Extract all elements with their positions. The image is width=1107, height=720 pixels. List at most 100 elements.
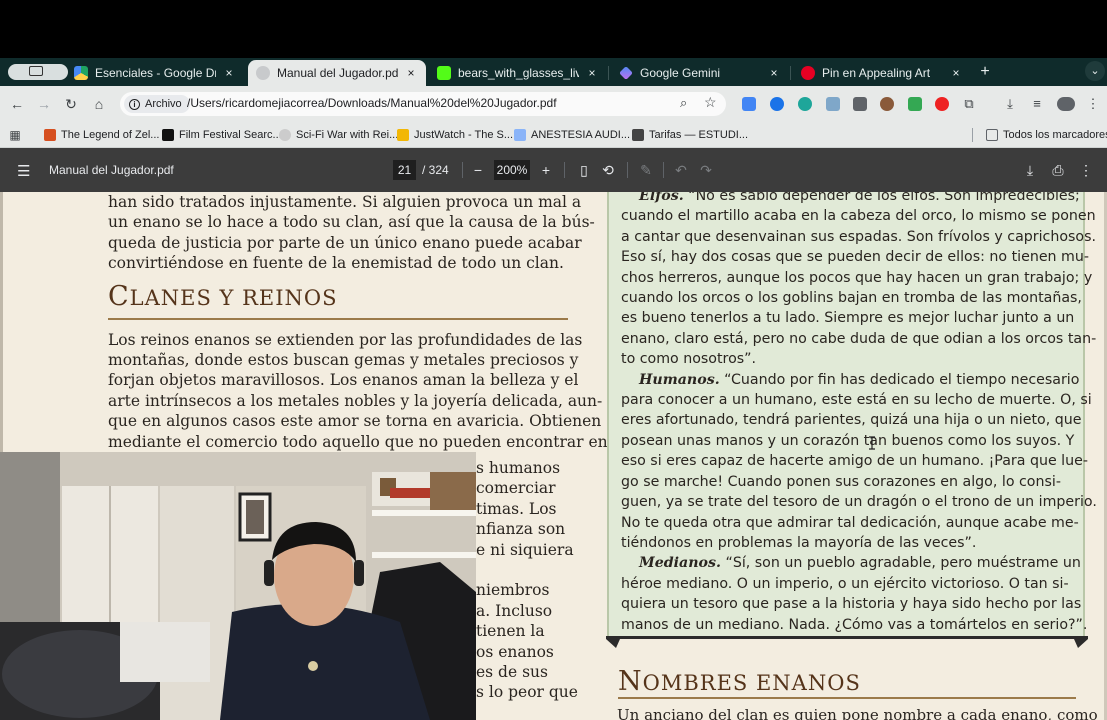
- download-icon[interactable]: ⤓: [1001, 95, 1019, 113]
- sidebar-line: Humanos. “Cuando por fin has dedicado el…: [621, 370, 1079, 390]
- profile-avatar-icon[interactable]: [1057, 97, 1075, 111]
- sidebar-line-text: es bueno tenerlos a tu lado. Siempre es …: [621, 310, 1075, 327]
- tab-manual-del-jugador[interactable]: Manual del Jugador.pdf ×: [248, 60, 426, 86]
- apps-grid-icon[interactable]: ▦: [6, 126, 24, 144]
- tarifas-icon: [632, 129, 644, 141]
- reload-icon[interactable]: ↻: [62, 95, 80, 113]
- tab-overview-button[interactable]: [8, 64, 68, 80]
- gemini-icon: [619, 66, 633, 80]
- new-tab-button[interactable]: +: [976, 64, 994, 80]
- site-info-chip[interactable]: i Archivo: [124, 95, 190, 113]
- forward-arrow-icon[interactable]: →: [35, 95, 53, 113]
- close-tab-icon[interactable]: ×: [767, 66, 781, 80]
- fit-page-icon[interactable]: ▯: [575, 161, 593, 179]
- tab-separator: [608, 66, 609, 80]
- sidebar-line-text: eso si eres capaz de hacerte amigo de un…: [621, 453, 1088, 470]
- tab-google-drive[interactable]: Esenciales - Google Drive ×: [66, 60, 244, 86]
- tab-kick-stream[interactable]: bears_with_glasses_live Stre ×: [429, 60, 607, 86]
- all-bookmarks-folder[interactable]: Todos los marcadores: [986, 126, 1107, 144]
- sidebar-line-text: cuando los orcos o los goblins bajan en …: [621, 290, 1082, 307]
- body-fragment: niembros: [476, 581, 550, 600]
- sidebar-line-text: manos de un mediano. Nada. ¿Cómo vas a t…: [621, 616, 1088, 633]
- close-tab-icon[interactable]: ×: [949, 66, 963, 80]
- bookmark-anestesia[interactable]: ANESTESIA AUDI...: [514, 126, 630, 144]
- download-icon[interactable]: ⤓: [1021, 161, 1039, 179]
- section-heading-nombres: NOMBRES ENANOS: [618, 666, 861, 697]
- redo-icon[interactable]: ↷: [697, 161, 715, 179]
- zoom-level-input[interactable]: 200%: [494, 160, 530, 180]
- bookmarks-bar: ▦ The Legend of Zel... Film Festival Sea…: [0, 122, 1107, 148]
- sidebar-line-text: eres afortunado, tendrá parientes, quizá…: [621, 412, 1082, 429]
- sci-fi-icon: [279, 129, 291, 141]
- tab-overview-icon: [29, 66, 43, 76]
- bookmarks-separator: [972, 128, 973, 142]
- tab-search-chevron-icon[interactable]: ⌄: [1085, 61, 1105, 81]
- sidebar-line-text: go se marche! Cuando ponen sus corazones…: [621, 473, 1061, 490]
- address-bar[interactable]: i Archivo /Users/ricardomejiacorrea/Down…: [120, 92, 726, 116]
- sidebar-race-label: Medianos.: [639, 555, 721, 572]
- body-fragment: a. Incluso: [476, 601, 553, 620]
- webcam-video-image: [0, 452, 476, 720]
- bookmark-film-festival[interactable]: Film Festival Searc...: [162, 126, 282, 144]
- left-column-fragments: s humanos comerciar timas. Los nfianza s…: [476, 458, 578, 703]
- sidebar-line: eres afortunado, tendrá parientes, quizá…: [621, 410, 1081, 430]
- sidebar-line: tiéndonos en problemas la mayoría de las…: [621, 533, 1077, 553]
- tab-title: Manual del Jugador.pdf: [277, 66, 398, 80]
- sidebar-line: posean unas manos y un corazón tan bueno…: [621, 431, 1077, 451]
- sidebar-race-label: Humanos.: [639, 371, 720, 388]
- heading-rest: LANES Y REINOS: [129, 285, 338, 310]
- more-options-icon[interactable]: ⋮: [1077, 161, 1095, 179]
- close-tab-icon[interactable]: ×: [222, 66, 236, 80]
- home-icon[interactable]: ⌂: [90, 95, 108, 113]
- extension-chart-icon[interactable]: [826, 97, 840, 111]
- zoom-out-button[interactable]: −: [469, 161, 487, 179]
- tab-title: Esenciales - Google Drive: [95, 66, 216, 80]
- undo-icon[interactable]: ↶: [672, 161, 690, 179]
- heading-rest: OMBRES ENANOS: [642, 671, 861, 695]
- tab-google-gemini[interactable]: Google Gemini ×: [611, 60, 789, 86]
- cookie-icon[interactable]: [880, 97, 894, 111]
- tab-pinterest[interactable]: Pin en Appealing Art ×: [793, 60, 971, 86]
- bookmark-label: Tarifas — ESTUDI...: [649, 129, 749, 141]
- window-top-area: [0, 0, 1107, 58]
- annotate-pen-icon[interactable]: ✎: [637, 161, 655, 179]
- media-control-icon[interactable]: ≡: [1028, 95, 1046, 113]
- close-tab-icon[interactable]: ×: [404, 66, 418, 80]
- pdf-toolbar: ☰ Manual del Jugador.pdf 21 / 324 − 200%…: [0, 148, 1107, 192]
- heading-initial: N: [618, 666, 643, 697]
- shield-icon[interactable]: [908, 97, 922, 111]
- google-translate-icon[interactable]: [742, 97, 756, 111]
- hamburger-menu-icon[interactable]: ☰: [17, 162, 30, 180]
- bookmark-legend-of-zelda[interactable]: The Legend of Zel...: [44, 126, 159, 144]
- back-arrow-icon[interactable]: ←: [8, 95, 26, 113]
- zoom-in-button[interactable]: +: [537, 161, 555, 179]
- bookmark-justwatch[interactable]: JustWatch - The S...: [397, 126, 513, 144]
- bookmark-tarifas[interactable]: Tarifas — ESTUDI...: [632, 126, 748, 144]
- zoom-magnifier-icon[interactable]: ⌕: [680, 95, 687, 111]
- sidebar-line: enano, claro está, pero no cabe duda de …: [621, 329, 1096, 349]
- section-heading: CLANES Y REINOS: [108, 283, 570, 314]
- google-drive-icon: [74, 66, 88, 80]
- close-tab-icon[interactable]: ×: [585, 66, 599, 80]
- url-text[interactable]: /Users/ricardomejiacorrea/Downloads/Manu…: [187, 96, 557, 110]
- rotate-icon[interactable]: ⟲: [599, 161, 617, 179]
- heading-rule: [108, 317, 568, 320]
- body-fragment: tienen la: [476, 622, 545, 641]
- extension-teal-icon[interactable]: [798, 97, 812, 111]
- bookmark-sci-fi-war[interactable]: Sci-Fi War with Rei...: [279, 126, 398, 144]
- heading-initial: C: [108, 280, 130, 312]
- body-line: Los reinos enanos se extienden por las p…: [108, 330, 583, 349]
- webcam-overlay: [0, 452, 476, 720]
- kebab-menu-icon[interactable]: ⋮: [1084, 95, 1102, 113]
- extension-blue-icon[interactable]: [770, 97, 784, 111]
- page-number-input[interactable]: 21: [393, 160, 416, 180]
- bookmark-star-icon[interactable]: ☆: [704, 94, 717, 111]
- sidebar-line: héroe mediano. O un imperio, o un ejérci…: [621, 574, 1077, 594]
- opera-icon[interactable]: [935, 97, 949, 111]
- body-fragment: timas. Los: [476, 499, 557, 518]
- body-fragment: es de sus: [476, 663, 548, 682]
- toolbar-separator: [627, 162, 628, 178]
- extension-screen-icon[interactable]: [853, 97, 867, 111]
- extensions-puzzle-icon[interactable]: ⧉: [960, 95, 978, 113]
- print-icon[interactable]: ⎙: [1049, 161, 1067, 179]
